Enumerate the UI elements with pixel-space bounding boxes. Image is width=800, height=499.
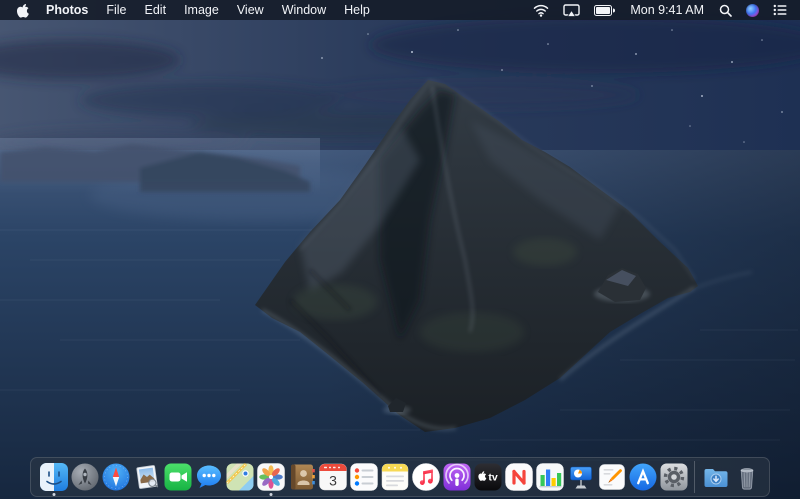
music-icon (411, 462, 441, 492)
dock-photos[interactable] (255, 457, 286, 497)
dock-downloads-folder[interactable] (700, 457, 731, 497)
siri-menu[interactable] (741, 0, 764, 20)
menu-bar-left: Photos File Edit Image View Window Help (0, 0, 379, 20)
app-menu-photos[interactable]: Photos (37, 0, 97, 20)
reminders-icon (349, 462, 379, 492)
safari-icon (101, 462, 131, 492)
dock-pages[interactable] (596, 457, 627, 497)
keynote-icon (566, 462, 596, 492)
dock-finder[interactable] (38, 457, 69, 497)
menu-file[interactable]: File (97, 0, 135, 20)
menu-bar: Photos File Edit Image View Window Help (0, 0, 800, 20)
dock-separator-handle[interactable] (694, 461, 695, 493)
dock-app-store[interactable]: A (627, 457, 658, 497)
app-store-icon: A (628, 462, 658, 492)
desktop-wallpaper (0, 0, 800, 499)
menu-bar-clock[interactable]: Mon 9:41 AM (624, 0, 710, 20)
battery-menu[interactable] (589, 0, 620, 20)
menu-edit[interactable]: Edit (136, 0, 176, 20)
dock-notes[interactable] (379, 457, 410, 497)
notification-center-menu[interactable] (768, 0, 792, 20)
battery-icon (594, 5, 615, 16)
finder-running-indicator (52, 493, 55, 496)
messages-icon (194, 462, 224, 492)
dock-system-preferences[interactable] (658, 457, 689, 497)
dock: 3 (30, 457, 770, 497)
menu-image[interactable]: Image (175, 0, 228, 20)
facetime-icon (163, 462, 193, 492)
trash-icon (732, 462, 762, 492)
contacts-icon (287, 462, 317, 492)
calendar-day-number: 3 (329, 473, 337, 489)
dock-launchpad[interactable] (69, 457, 100, 497)
pages-icon (597, 462, 627, 492)
screen-mirroring-icon (563, 4, 580, 17)
apple-menu[interactable] (6, 3, 37, 18)
dock-facetime[interactable] (162, 457, 193, 497)
maps-icon (225, 462, 255, 492)
dock-calendar[interactable]: 3 (317, 457, 348, 497)
dock-contacts[interactable] (286, 457, 317, 497)
menu-help[interactable]: Help (335, 0, 379, 20)
dock-podcasts[interactable] (441, 457, 472, 497)
dock-news[interactable] (503, 457, 534, 497)
podcasts-icon (442, 462, 472, 492)
menu-bar-status: Mon 9:41 AM (528, 0, 800, 20)
photos-running-indicator (269, 493, 272, 496)
numbers-icon (535, 462, 565, 492)
spotlight-search-icon (719, 4, 732, 17)
notes-icon (380, 462, 410, 492)
preview-icon (132, 462, 162, 492)
dock-messages[interactable] (193, 457, 224, 497)
dock-tv[interactable]: tv (472, 457, 503, 497)
screen-mirroring-menu[interactable] (558, 0, 585, 20)
dock-numbers[interactable] (534, 457, 565, 497)
wifi-icon (533, 4, 549, 17)
system-preferences-icon (659, 462, 689, 492)
tv-icon: tv (473, 462, 503, 492)
downloads-folder-icon (701, 462, 731, 492)
menu-window[interactable]: Window (273, 0, 335, 20)
wifi-menu[interactable] (528, 0, 554, 20)
dock-safari[interactable] (100, 457, 131, 497)
finder-icon (39, 462, 69, 492)
dock-reminders[interactable] (348, 457, 379, 497)
photos-icon (256, 462, 286, 492)
dock-preview[interactable] (131, 457, 162, 497)
calendar-icon: 3 (318, 462, 348, 492)
tv-label-text: tv (488, 472, 497, 484)
menu-view[interactable]: View (228, 0, 273, 20)
dock-music[interactable] (410, 457, 441, 497)
siri-icon (746, 4, 759, 17)
apple-logo-icon (16, 3, 29, 18)
news-icon (504, 462, 534, 492)
dock-maps[interactable] (224, 457, 255, 497)
dock-keynote[interactable] (565, 457, 596, 497)
notification-center-icon (773, 4, 787, 16)
dock-trash[interactable] (731, 457, 762, 497)
spotlight-menu[interactable] (714, 0, 737, 20)
launchpad-icon (70, 462, 100, 492)
